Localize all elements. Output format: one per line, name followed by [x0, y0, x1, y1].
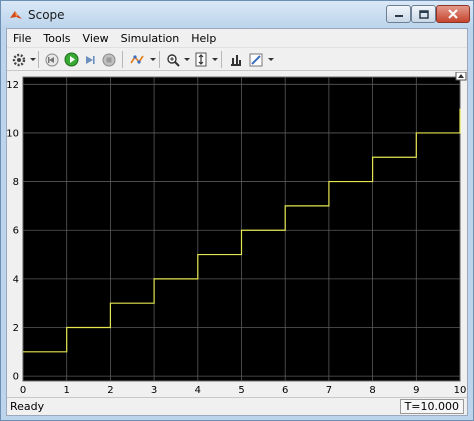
run-button[interactable] — [62, 51, 80, 68]
window-title: Scope — [28, 8, 65, 22]
step-forward-icon — [86, 55, 95, 64]
zoom-icon — [167, 53, 180, 67]
minimize-button[interactable] — [386, 5, 411, 23]
menu-file[interactable]: File — [7, 29, 37, 47]
x-tick-label: 6 — [282, 385, 288, 396]
style-button[interactable] — [247, 51, 265, 68]
scope-plot[interactable]: 024681012 0 1 2 3 4 5 6 7 8 9 10 — [7, 72, 467, 397]
menu-bar: File Tools View Simulation Help — [7, 29, 467, 47]
zoom-dropdown-icon[interactable] — [184, 58, 190, 61]
x-tick-label: 9 — [413, 385, 419, 396]
stop-button[interactable] — [100, 51, 118, 68]
settings-dropdown-icon[interactable] — [30, 58, 36, 61]
x-tick-label: 0 — [20, 385, 26, 396]
settings-icon — [12, 53, 26, 66]
matlab-logo-icon — [10, 11, 22, 19]
y-tick-label: 10 — [7, 128, 19, 139]
menu-help[interactable]: Help — [185, 29, 222, 47]
zoom-button[interactable] — [164, 51, 182, 68]
style-dropdown-icon[interactable] — [268, 58, 274, 61]
status-bar: Ready T=10.000 — [7, 397, 467, 415]
y-tick-label: 0 — [13, 372, 19, 383]
scope-window: Scope File Tools View Simulation Help 0 … — [0, 0, 474, 421]
y-tick-label: 12 — [7, 80, 19, 91]
run-icon — [64, 52, 78, 67]
toolbar — [7, 47, 467, 71]
toolbar-separator — [122, 51, 123, 68]
maximize-button[interactable] — [411, 5, 436, 23]
x-tick-label: 2 — [107, 385, 113, 396]
autoscale-button[interactable] — [192, 51, 210, 68]
measure-button[interactable] — [227, 51, 245, 68]
status-text: Ready — [10, 400, 45, 413]
title-bar[interactable]: Scope — [1, 1, 473, 28]
x-tick-label: 1 — [64, 385, 70, 396]
close-button[interactable] — [436, 5, 470, 23]
style-icon — [249, 53, 263, 66]
y-tick-label: 8 — [13, 177, 19, 188]
scope-display-panel: 0 2 4 6 8 10 12 0 1 2 3 4 5 6 7 8 9 10 — [7, 72, 467, 397]
x-tick-label: 3 — [151, 385, 157, 396]
y-tick-label: 4 — [13, 274, 19, 285]
autoscale-icon — [195, 52, 207, 67]
step-back-icon — [45, 53, 59, 66]
settings-button[interactable] — [10, 51, 28, 68]
autoscale-dropdown-icon[interactable] — [212, 58, 218, 61]
toolbar-separator — [159, 51, 160, 68]
close-icon — [448, 9, 458, 19]
measure-icon — [231, 54, 241, 66]
simulation-time: T=10.000 — [399, 399, 464, 414]
y-axis-ticks: 0 2 4 6 8 10 12 — [7, 80, 19, 383]
toolbar-separator — [38, 51, 39, 68]
toolbar-separator — [221, 51, 222, 68]
highlight-signal-button[interactable] — [128, 51, 146, 68]
minimize-icon — [394, 15, 403, 17]
step-forward-button[interactable] — [81, 51, 99, 68]
y-tick-label: 2 — [13, 323, 19, 334]
x-tick-label: 8 — [369, 385, 375, 396]
x-tick-label: 10 — [454, 385, 467, 396]
menu-view[interactable]: View — [77, 29, 115, 47]
menu-tools[interactable]: Tools — [37, 29, 76, 47]
x-axis-ticks: 0 1 2 3 4 5 6 7 8 9 10 — [20, 385, 467, 396]
undock-button[interactable] — [455, 72, 467, 81]
stop-icon — [102, 53, 116, 66]
x-tick-label: 7 — [326, 385, 332, 396]
step-back-button[interactable] — [43, 51, 61, 68]
maximize-icon — [418, 9, 429, 19]
menu-simulation[interactable]: Simulation — [115, 29, 186, 47]
x-tick-label: 4 — [195, 385, 201, 396]
x-tick-label: 5 — [238, 385, 244, 396]
y-tick-label: 6 — [13, 226, 19, 237]
scope-client-area: File Tools View Simulation Help 0 2 4 6 … — [6, 28, 468, 416]
highlight-signal-icon — [130, 54, 144, 64]
highlight-dropdown-icon[interactable] — [150, 58, 156, 61]
